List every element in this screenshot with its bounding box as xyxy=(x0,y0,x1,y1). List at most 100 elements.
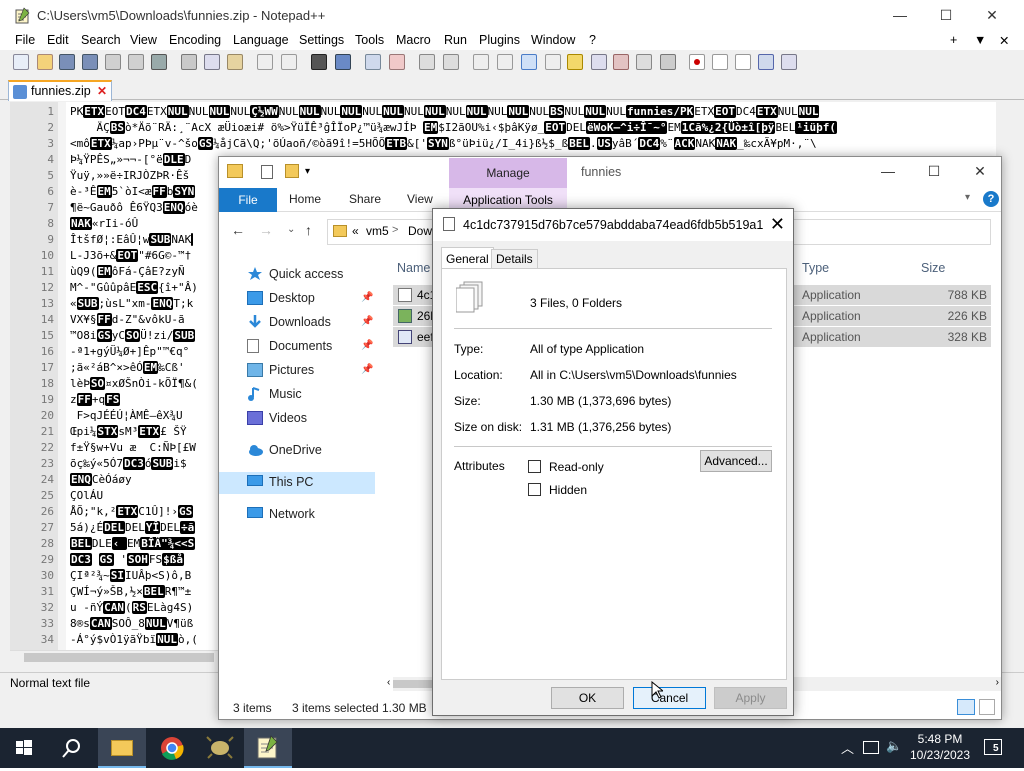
file-tab[interactable]: File xyxy=(219,188,277,212)
menu-help[interactable]: ? xyxy=(589,33,596,47)
doc-map-icon[interactable] xyxy=(567,54,583,70)
function-list-icon[interactable] xyxy=(613,54,629,70)
nav-network[interactable]: Network xyxy=(219,504,375,526)
code-line[interactable]: Þ¼ŸPÊS„»¬¬-[°ëDLED xyxy=(70,153,220,166)
code-line[interactable]: M^-"GûûpâEESC{î+"Â) xyxy=(70,281,220,294)
share-tab[interactable]: Share xyxy=(349,192,381,206)
code-line[interactable]: ENQCèÓáøy xyxy=(70,473,220,486)
show-hidden-icons-icon[interactable]: ︿ xyxy=(841,738,854,757)
sync-vertical-icon[interactable] xyxy=(419,54,435,70)
tab-details[interactable]: Details xyxy=(491,249,538,269)
close-all-icon[interactable] xyxy=(128,54,144,70)
start-button[interactable] xyxy=(0,728,48,768)
code-line[interactable]: ÄÇBSò*Äõ¨RÄ:¸¨AcX æÜioæi# ö%>ŸüÏÊ³ĝÎÏoP¿… xyxy=(70,121,996,134)
code-line[interactable]: è-³ÊEM5`òI<æFFbSYN xyxy=(70,185,220,198)
expand-ribbon-icon[interactable]: ▾ xyxy=(965,192,970,203)
nav-quick-access[interactable]: Quick access xyxy=(219,264,375,286)
menu-plugins[interactable]: Plugins xyxy=(479,33,520,47)
save-icon[interactable] xyxy=(59,54,75,70)
save-all-icon[interactable] xyxy=(82,54,98,70)
code-line[interactable]: L-J3õ+&EOT"#6G©-™† xyxy=(70,249,220,262)
find-icon[interactable] xyxy=(311,54,327,70)
redo-icon[interactable] xyxy=(281,54,297,70)
explorer-maximize-button[interactable]: ☐ xyxy=(911,157,957,185)
sync-horizontal-icon[interactable] xyxy=(443,54,459,70)
help-icon[interactable]: ? xyxy=(983,191,999,207)
clock-date[interactable]: 10/23/2023 xyxy=(906,748,974,762)
lang-icon[interactable] xyxy=(545,54,561,70)
tab-general[interactable]: General xyxy=(441,247,494,270)
code-line[interactable]: NAK«rIi-óÛ xyxy=(70,217,220,230)
code-line[interactable]: ùQ9(EMôFá-ÇâE?zyÑ xyxy=(70,265,220,278)
nav-this-pc[interactable]: This PC xyxy=(219,472,375,494)
nav-pictures[interactable]: Pictures 📌 xyxy=(219,360,375,382)
hidden-checkbox[interactable] xyxy=(528,483,541,496)
close-button[interactable]: ✕ xyxy=(969,0,1015,31)
advanced-button[interactable]: Advanced... xyxy=(700,450,772,472)
folder-workspace-icon[interactable] xyxy=(636,54,652,70)
back-icon[interactable]: ← xyxy=(231,222,245,238)
qa-dropdown-icon[interactable]: ▾ xyxy=(305,166,310,177)
taskbar-app[interactable] xyxy=(196,728,244,768)
replace-icon[interactable] xyxy=(335,54,351,70)
code-line[interactable]: ÅÕ;"k,²ETXC1Û]!›GS xyxy=(70,505,220,518)
large-icons-view-icon[interactable] xyxy=(979,699,995,715)
code-line[interactable]: ™O8iGSyCSOÜ!zi/SUB xyxy=(70,329,220,342)
minimize-button[interactable]: — xyxy=(877,0,923,31)
code-line[interactable]: ÎtšfØ¦:EâÛ¦wSUBNAK xyxy=(70,233,220,246)
code-line[interactable]: ÇIª²¾~SIIUÂþ<S)ô,B xyxy=(70,569,220,582)
details-view-icon[interactable] xyxy=(957,699,975,715)
code-line[interactable]: ;ã«²áB^×>êÓEM‰Cß' xyxy=(70,361,220,374)
save-macro-icon[interactable] xyxy=(781,54,797,70)
explorer-close-button[interactable]: ✕ xyxy=(957,157,1003,185)
record-macro-icon[interactable] xyxy=(689,54,705,70)
code-line[interactable]: Œpi¼STXsM³ETX£ ŠŸ xyxy=(70,425,220,438)
menu-tools[interactable]: Tools xyxy=(355,33,384,47)
nav-documents[interactable]: Documents 📌 xyxy=(219,336,375,358)
explorer-minimize-button[interactable]: — xyxy=(865,157,911,185)
code-line[interactable]: lèÞSO¤xØŠnÒi-kÕÏ¶&( xyxy=(70,377,220,390)
taskbar-explorer[interactable] xyxy=(98,728,146,768)
taskbar-notepadpp[interactable] xyxy=(244,728,292,768)
address-overflow[interactable]: « xyxy=(352,224,359,238)
zoom-out-icon[interactable] xyxy=(389,54,405,70)
forward-icon[interactable]: → xyxy=(259,222,273,238)
menu-encoding[interactable]: Encoding xyxy=(169,33,221,47)
menu-search[interactable]: Search xyxy=(81,33,121,47)
address-bar[interactable]: « vm5 > Dow xyxy=(327,219,439,245)
code-line[interactable]: -Á°ý$vÒ1ÿãŸbïNULò,( xyxy=(70,633,220,646)
close-file-icon[interactable] xyxy=(105,54,121,70)
view-tab[interactable]: View xyxy=(407,192,433,206)
column-type[interactable]: Type xyxy=(802,261,829,275)
scroll-left-icon[interactable]: ‹ xyxy=(387,677,390,688)
code-line[interactable]: 5á)¿ÉDELDELYÎDEL÷ã xyxy=(70,521,220,534)
copy-icon[interactable] xyxy=(204,54,220,70)
up-icon[interactable]: ↑ xyxy=(305,222,312,238)
column-size[interactable]: Size xyxy=(921,261,945,275)
search-box[interactable] xyxy=(779,219,991,245)
menu-language[interactable]: Language xyxy=(233,33,289,47)
properties-qa-icon[interactable] xyxy=(261,165,273,179)
menu-window[interactable]: Window xyxy=(531,33,575,47)
nav-onedrive[interactable]: OneDrive xyxy=(219,440,375,462)
print-icon[interactable] xyxy=(151,54,167,70)
apply-button[interactable]: Apply xyxy=(714,687,787,709)
volume-icon[interactable]: 🔈 xyxy=(886,738,902,754)
code-line[interactable]: zFF+qFS xyxy=(70,393,220,406)
menu-file[interactable]: File xyxy=(15,33,35,47)
nav-music[interactable]: Music xyxy=(219,384,375,406)
address-downloads[interactable]: Dow xyxy=(408,224,432,238)
tab-list-icon[interactable]: ▼ xyxy=(974,33,986,47)
network-tray-icon[interactable] xyxy=(863,741,879,754)
run-macro-multiple-icon[interactable] xyxy=(758,54,774,70)
close-tab-icon[interactable]: ✕ xyxy=(97,84,107,98)
code-line[interactable]: u -ñÝCAN(RSELàg4S) xyxy=(70,601,220,614)
home-tab[interactable]: Home xyxy=(289,192,321,206)
code-line[interactable]: 8®sCANSOÔ_8NULV¶üß xyxy=(70,617,220,630)
cancel-button[interactable]: Cancel xyxy=(633,687,706,709)
code-line[interactable]: ¶ë~Gauðô Ê6ŸQ3ENQóè xyxy=(70,201,220,214)
code-line[interactable]: PKETXEOTDC4ETXNULNULNULNULÇ½WWNULNULNULN… xyxy=(70,105,996,118)
stop-macro-icon[interactable] xyxy=(712,54,728,70)
monitoring-icon[interactable] xyxy=(660,54,676,70)
code-line[interactable]: f±Ÿ§w+Vu æ C:ÑÞ[£W xyxy=(70,441,220,454)
